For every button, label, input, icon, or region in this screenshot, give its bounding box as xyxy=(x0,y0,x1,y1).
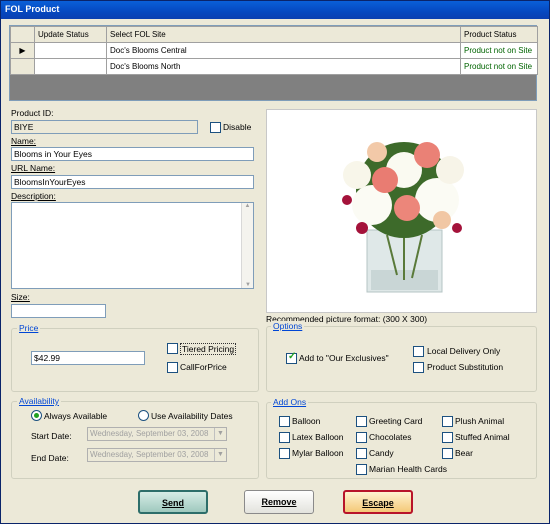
disable-checkbox[interactable] xyxy=(210,122,221,133)
fol-product-window: FOL Product Update Status Select FOL Sit… xyxy=(0,0,550,524)
col-product-status[interactable]: Product Status xyxy=(460,26,538,43)
tiered-pricing-label: Tiered Pricing xyxy=(180,343,237,355)
addon-label: Bear xyxy=(455,448,473,458)
addon-checkbox[interactable] xyxy=(356,448,367,459)
addon-checkbox[interactable] xyxy=(442,416,453,427)
our-exclusives-checkbox[interactable] xyxy=(286,351,297,364)
addon-label: Latex Balloon xyxy=(292,432,344,442)
product-picture[interactable] xyxy=(266,109,537,313)
addon-checkbox[interactable] xyxy=(442,448,453,459)
product-substitution-checkbox[interactable] xyxy=(413,362,424,373)
addon-label: Plush Animal xyxy=(455,416,505,426)
window-title: FOL Product xyxy=(1,1,549,19)
local-delivery-label: Local Delivery Only xyxy=(427,346,501,356)
our-exclusives-label: Add to "Our Exclusives" xyxy=(299,353,389,363)
addon-checkbox[interactable] xyxy=(356,416,367,427)
table-row[interactable]: Doc's Blooms North Product not on Site xyxy=(10,58,538,75)
name-label: Name: xyxy=(11,136,37,146)
update-status-cell[interactable] xyxy=(34,58,107,75)
chevron-down-icon[interactable]: ▼ xyxy=(214,449,226,461)
price-group-title: Price xyxy=(17,323,41,333)
status-cell: Product not on Site xyxy=(460,58,538,75)
site-cell[interactable]: Doc's Blooms North xyxy=(106,58,461,75)
always-available-label: Always Available xyxy=(44,411,108,421)
name-field[interactable]: Blooms in Your Eyes xyxy=(11,147,254,161)
addon-checkbox[interactable] xyxy=(356,464,367,475)
addon-checkbox[interactable] xyxy=(442,432,453,443)
size-field[interactable] xyxy=(11,304,106,318)
availability-group-title: Availability xyxy=(17,396,62,406)
addon-label: Greeting Card xyxy=(369,416,423,426)
product-id-field: BIYE xyxy=(11,120,198,134)
callforprice-checkbox[interactable] xyxy=(167,362,178,373)
addon-label: Mylar Balloon xyxy=(292,448,344,458)
options-group-title: Options xyxy=(271,321,305,331)
use-availability-dates-radio[interactable] xyxy=(138,410,149,421)
grid-corner xyxy=(10,26,35,43)
product-id-label: Product ID: xyxy=(11,108,54,118)
end-date-value: Wednesday, September 03, 2008 xyxy=(90,450,209,459)
site-cell[interactable]: Doc's Blooms Central xyxy=(106,42,461,59)
col-update-status[interactable]: Update Status xyxy=(34,26,107,43)
description-field[interactable] xyxy=(11,202,254,289)
addon-label: Stuffed Animal xyxy=(455,432,510,442)
scroll-up-icon[interactable]: ▲ xyxy=(242,203,253,209)
addon-checkbox[interactable] xyxy=(279,448,290,459)
size-label: Size: xyxy=(11,292,30,302)
start-date-value: Wednesday, September 03, 2008 xyxy=(90,429,209,438)
escape-button[interactable]: Escape xyxy=(343,490,413,514)
send-button[interactable]: Send xyxy=(138,490,208,514)
addon-checkbox[interactable] xyxy=(279,416,290,427)
row-indicator: ▶ xyxy=(10,42,35,59)
addon-checkbox[interactable] xyxy=(356,432,367,443)
always-available-radio[interactable] xyxy=(31,410,42,421)
sites-grid[interactable]: Update Status Select FOL Site Product St… xyxy=(9,25,538,101)
tiered-pricing-checkbox[interactable] xyxy=(167,343,178,354)
price-field[interactable]: $42.99 xyxy=(31,351,145,365)
chevron-down-icon[interactable]: ▼ xyxy=(214,428,226,440)
callforprice-label: CallForPrice xyxy=(180,362,227,372)
add-ons-group-title: Add Ons xyxy=(271,397,309,407)
status-cell: Product not on Site xyxy=(460,42,538,59)
addon-label: Candy xyxy=(369,448,394,458)
local-delivery-checkbox[interactable] xyxy=(413,346,424,357)
start-date-picker[interactable]: Wednesday, September 03, 2008 ▼ xyxy=(87,427,227,441)
disable-label: Disable xyxy=(223,122,252,132)
url-name-label: URL Name: xyxy=(11,163,56,173)
col-select-site[interactable]: Select FOL Site xyxy=(106,26,461,43)
remove-button[interactable]: Remove xyxy=(244,490,314,514)
start-date-label: Start Date: xyxy=(31,431,72,441)
description-scrollbar[interactable]: ▲ ▼ xyxy=(241,203,253,288)
product-substitution-label: Product Substitution xyxy=(427,362,504,372)
description-label: Description: xyxy=(11,191,56,201)
row-indicator xyxy=(10,58,35,75)
addon-checkbox[interactable] xyxy=(279,432,290,443)
url-name-field[interactable]: BloomsInYourEyes xyxy=(11,175,254,189)
addon-label: Balloon xyxy=(292,416,321,426)
end-date-picker[interactable]: Wednesday, September 03, 2008 ▼ xyxy=(87,448,227,462)
addon-label: Marian Health Cards xyxy=(369,464,447,474)
update-status-cell[interactable] xyxy=(34,42,107,59)
scroll-down-icon[interactable]: ▼ xyxy=(242,282,254,288)
addon-label: Chocolates xyxy=(369,432,412,442)
use-availability-dates-label: Use Availability Dates xyxy=(151,411,233,421)
table-row[interactable]: ▶ Doc's Blooms Central Product not on Si… xyxy=(10,42,538,59)
end-date-label: End Date: xyxy=(31,453,69,463)
flower-arrangement-image xyxy=(342,142,464,293)
